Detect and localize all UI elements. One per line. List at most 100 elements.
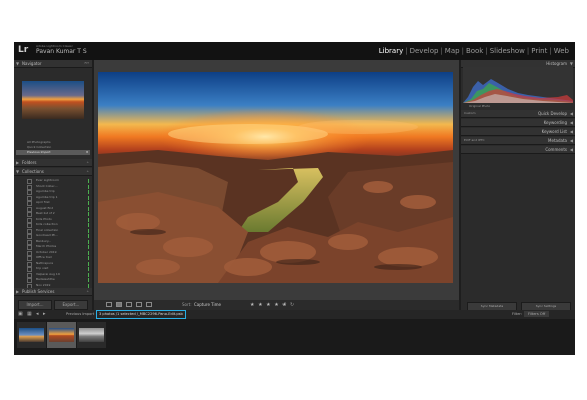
compare-view-icon[interactable]: [126, 302, 132, 307]
expand-triangle-icon: ▶: [16, 289, 20, 294]
collection-marker: [88, 201, 89, 205]
comments-header[interactable]: Comments ◀: [461, 146, 575, 154]
right-panel: Histogram ▼ Original Photo Custom Quick …: [461, 60, 575, 316]
add-collection-icon[interactable]: +: [86, 169, 89, 173]
navigator-title: Navigator: [22, 61, 42, 66]
collection-label: Final collection: [36, 227, 59, 232]
keywording-header[interactable]: Keywording ◀: [461, 119, 575, 127]
collection-marker: [88, 261, 89, 266]
collection-marker: [88, 190, 89, 194]
navigator-preview[interactable]: [22, 81, 84, 119]
catalog-item-label: Quick Collection: [27, 145, 52, 149]
collection-marker: [88, 245, 89, 249]
histogram-graph: [463, 79, 573, 103]
collection-marker: [88, 234, 89, 238]
sort-dropdown[interactable]: Capture Time: [194, 302, 221, 307]
grid-icon[interactable]: ▦: [27, 311, 32, 317]
saved-preset-dropdown[interactable]: Custom: [464, 111, 476, 115]
folders-header[interactable]: ▶ Folders +: [14, 159, 92, 167]
expand-triangle-icon: ◀: [569, 111, 573, 116]
filmstrip-bar: ▣ ▦ ◂ ▸ Previous Import 3 photos /1 sele…: [14, 310, 575, 319]
keywording-title: Keywording: [543, 120, 567, 125]
left-panel: ▼ Navigator FIT All Photographs Quick Co…: [14, 60, 92, 316]
histogram: [463, 67, 573, 103]
filmstrip-breadcrumb[interactable]: 3 photos /1 selected /_MBC2296-Pano-Edit…: [96, 310, 186, 319]
catalog-item-label: Previous Import: [27, 150, 51, 154]
module-library[interactable]: Library: [377, 47, 405, 55]
collections-title: Collections: [22, 169, 44, 174]
collection-marker: [88, 256, 89, 260]
survey-view-icon[interactable]: [136, 302, 142, 307]
metadata-title: Metadata: [548, 138, 567, 143]
collection-label: Kids collection: [36, 222, 58, 226]
collection-label: April first: [36, 200, 50, 204]
collections-list: Ever Lightroom Shoot Collec... Agumbe trip…: [16, 178, 90, 289]
module-map[interactable]: Map: [443, 47, 462, 55]
add-publish-icon[interactable]: +: [86, 289, 89, 293]
collection-marker: [88, 250, 89, 255]
module-web[interactable]: Web: [552, 47, 571, 55]
collection-marker: [88, 283, 89, 288]
navigator-zoom[interactable]: FIT: [85, 61, 89, 65]
expand-triangle-icon: ◀: [569, 120, 573, 125]
forward-arrow-icon[interactable]: ▸: [43, 311, 46, 317]
catalog-item-count: 8: [86, 150, 88, 154]
collections-header[interactable]: ▼ Collections +: [14, 168, 92, 176]
comments-title: Comments: [545, 147, 567, 152]
thumbnail-image: [19, 328, 44, 342]
filmstrip: [14, 319, 575, 355]
folders-title: Folders: [22, 160, 37, 165]
module-picker: Library | Develop | Map | Book | Slideshow | …: [377, 47, 571, 55]
people-view-icon[interactable]: [146, 302, 152, 307]
import-export-bar: Import... Export...: [14, 300, 92, 310]
collection-marker: [88, 267, 89, 271]
module-book[interactable]: Book: [464, 47, 485, 55]
collection-label: Badaleshthe: [36, 277, 55, 281]
publish-services-title: Publish Services: [22, 289, 55, 294]
original-photo-checkbox[interactable]: Original Photo: [469, 104, 490, 108]
collection-label: March Photos: [36, 244, 57, 248]
collection-marker: [88, 179, 89, 183]
main-photo[interactable]: [98, 72, 453, 283]
loupe-view-icon[interactable]: [116, 302, 122, 307]
collection-marker: [88, 212, 89, 216]
publish-services-header[interactable]: ▶ Publish Services +: [14, 288, 92, 296]
quick-develop-title: Quick Develop: [537, 111, 567, 116]
expand-triangle-icon: ▶: [16, 160, 20, 165]
filmstrip-thumbnail[interactable]: [77, 322, 106, 348]
collection-label: August find: [36, 205, 54, 210]
rotate-right-icon[interactable]: ↻: [290, 302, 294, 308]
rotate-left-icon[interactable]: ↺: [282, 302, 286, 308]
collapse-triangle-icon: ▼: [16, 61, 20, 66]
collection-label: October 2019: [36, 249, 57, 254]
keyword-list-header[interactable]: Keyword List ◀: [461, 128, 575, 136]
collection-label: Office trail: [36, 255, 52, 259]
filter-dropdown[interactable]: Filters Off: [524, 311, 550, 317]
collection-marker: [88, 184, 89, 189]
source-indicator[interactable]: Previous Import: [66, 312, 94, 316]
collection-label: Nethrapura: [36, 260, 54, 265]
navigator-header[interactable]: ▼ Navigator FIT: [14, 60, 92, 68]
secondary-window-icon[interactable]: ▣: [18, 311, 23, 317]
export-button[interactable]: Export...: [54, 300, 88, 310]
back-arrow-icon[interactable]: ◂: [36, 311, 39, 317]
collection-marker: [88, 195, 89, 200]
collection-label: Kids Photo: [36, 216, 52, 221]
collection-label: Goodread Ph...: [36, 233, 59, 237]
lightroom-window: Lr Adobe Lightroom Classic Pavan Kumar T…: [14, 42, 575, 355]
quick-develop-header[interactable]: Custom Quick Develop ◀: [461, 110, 575, 118]
filmstrip-thumbnail-selected[interactable]: [47, 322, 76, 348]
expand-triangle-icon: ◀: [569, 147, 573, 152]
filmstrip-thumbnail[interactable]: [17, 322, 46, 348]
metadata-header[interactable]: EXIF and IPTC Metadata ◀: [461, 137, 575, 145]
add-folder-icon[interactable]: +: [86, 160, 89, 164]
metadata-preset-dropdown[interactable]: EXIF and IPTC: [464, 138, 485, 142]
expand-triangle-icon: ◀: [569, 129, 573, 134]
import-button[interactable]: Import...: [18, 300, 52, 310]
histogram-title: Histogram: [546, 61, 567, 66]
module-develop[interactable]: Develop: [408, 47, 441, 55]
module-print[interactable]: Print: [529, 47, 549, 55]
catalog-item-previous-import[interactable]: Previous Import 8: [16, 150, 90, 155]
grid-view-icon[interactable]: [106, 302, 112, 307]
module-slideshow[interactable]: Slideshow: [488, 47, 527, 55]
